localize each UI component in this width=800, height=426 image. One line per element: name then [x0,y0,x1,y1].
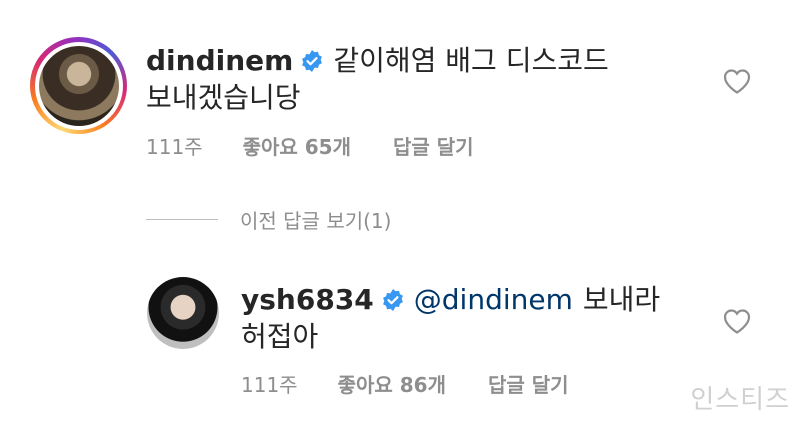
comment-text: 같이해염 배그 디스코드 [333,44,609,77]
comment-text-line: dindinem 같이해염 배그 디스코드 [146,43,609,79]
username[interactable]: ysh6834 [241,282,374,318]
heart-icon[interactable] [722,67,752,95]
verified-badge-icon [302,50,323,72]
comment-text-line: ysh6834 @dindinem 보내라 [241,282,660,318]
divider [146,219,218,220]
verified-badge-icon [382,289,403,311]
comment-text: 보내라 [582,283,661,316]
comment-meta: 111주 좋아요 86개 답글 달기 [241,369,569,398]
reply-item: ysh6834 @dindinem 보내라 허접아 111주 좋아요 86개 답… [0,245,800,426]
comment-item: dindinem 같이해염 배그 디스코드 보내겠습니당 111주 좋아요 65… [0,0,800,200]
comment-text-continued: 허접아 [241,320,319,353]
username[interactable]: dindinem [146,43,293,79]
avatar-story-ring[interactable] [30,37,127,134]
comment-text-continued: 보내겠습니당 [146,81,301,114]
view-replies-label: 이전 답글 보기(1) [240,209,392,233]
comment-meta: 111주 좋아요 65개 답글 달기 [146,131,474,160]
likes-count-button[interactable]: 좋아요 86개 [338,369,446,398]
avatar[interactable] [147,277,219,349]
comment-timestamp[interactable]: 111주 [146,131,203,160]
view-previous-replies-button[interactable]: 이전 답글 보기(1) [146,205,391,234]
mention-link[interactable]: @dindinem [414,282,573,318]
avatar[interactable] [38,45,119,126]
heart-icon[interactable] [722,307,752,335]
watermark: 인스티즈 [690,385,790,415]
reply-button[interactable]: 답글 달기 [488,369,569,398]
likes-count-button[interactable]: 좋아요 65개 [243,131,351,160]
reply-button[interactable]: 답글 달기 [393,131,474,160]
comment-timestamp[interactable]: 111주 [241,369,298,398]
